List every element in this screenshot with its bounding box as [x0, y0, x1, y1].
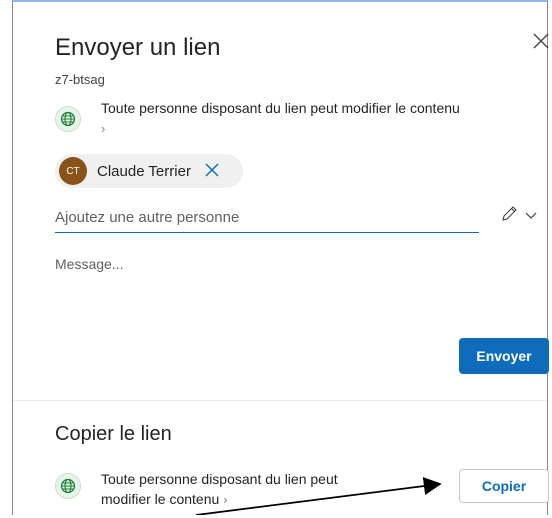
copy-permission-line-1: Toute personne disposant du lien peut — [101, 471, 338, 487]
link-permission-setting[interactable]: Toute personne disposant du lien peut mo… — [101, 98, 531, 139]
message-field[interactable] — [55, 256, 535, 326]
close-icon[interactable] — [529, 32, 552, 56]
share-dialog: Envoyer un lien z7-btsag Toute personne … — [12, 0, 549, 518]
copy-permission-line-2: modifier le contenu — [101, 491, 220, 507]
chevron-right-icon: › — [101, 121, 106, 136]
send-link-section: Envoyer un lien z7-btsag Toute personne … — [13, 2, 549, 400]
copy-link-section: Copier le lien Toute personne disposant … — [13, 400, 549, 518]
copy-link-permission-setting[interactable]: Toute personne disposant du lien peut mo… — [101, 469, 441, 510]
link-permission-text: Toute personne disposant du lien peut mo… — [101, 100, 460, 116]
globe-icon — [55, 106, 81, 132]
copy-link-title: Copier le lien — [55, 423, 172, 445]
file-name: z7-btsag — [55, 72, 105, 87]
chevron-right-icon: › — [223, 492, 228, 507]
remove-recipient-icon[interactable] — [205, 161, 219, 181]
pencil-icon[interactable] — [499, 204, 519, 224]
recipient-chip: CT Claude Terrier — [55, 154, 243, 188]
avatar: CT — [59, 157, 87, 185]
add-person-input[interactable] — [55, 202, 479, 233]
globe-icon — [55, 473, 81, 499]
dialog-title: Envoyer un lien — [55, 34, 221, 61]
chevron-down-icon[interactable] — [525, 208, 537, 220]
recipient-name: Claude Terrier — [97, 162, 191, 180]
copy-button[interactable]: Copier — [459, 469, 549, 503]
send-button[interactable]: Envoyer — [459, 338, 549, 374]
